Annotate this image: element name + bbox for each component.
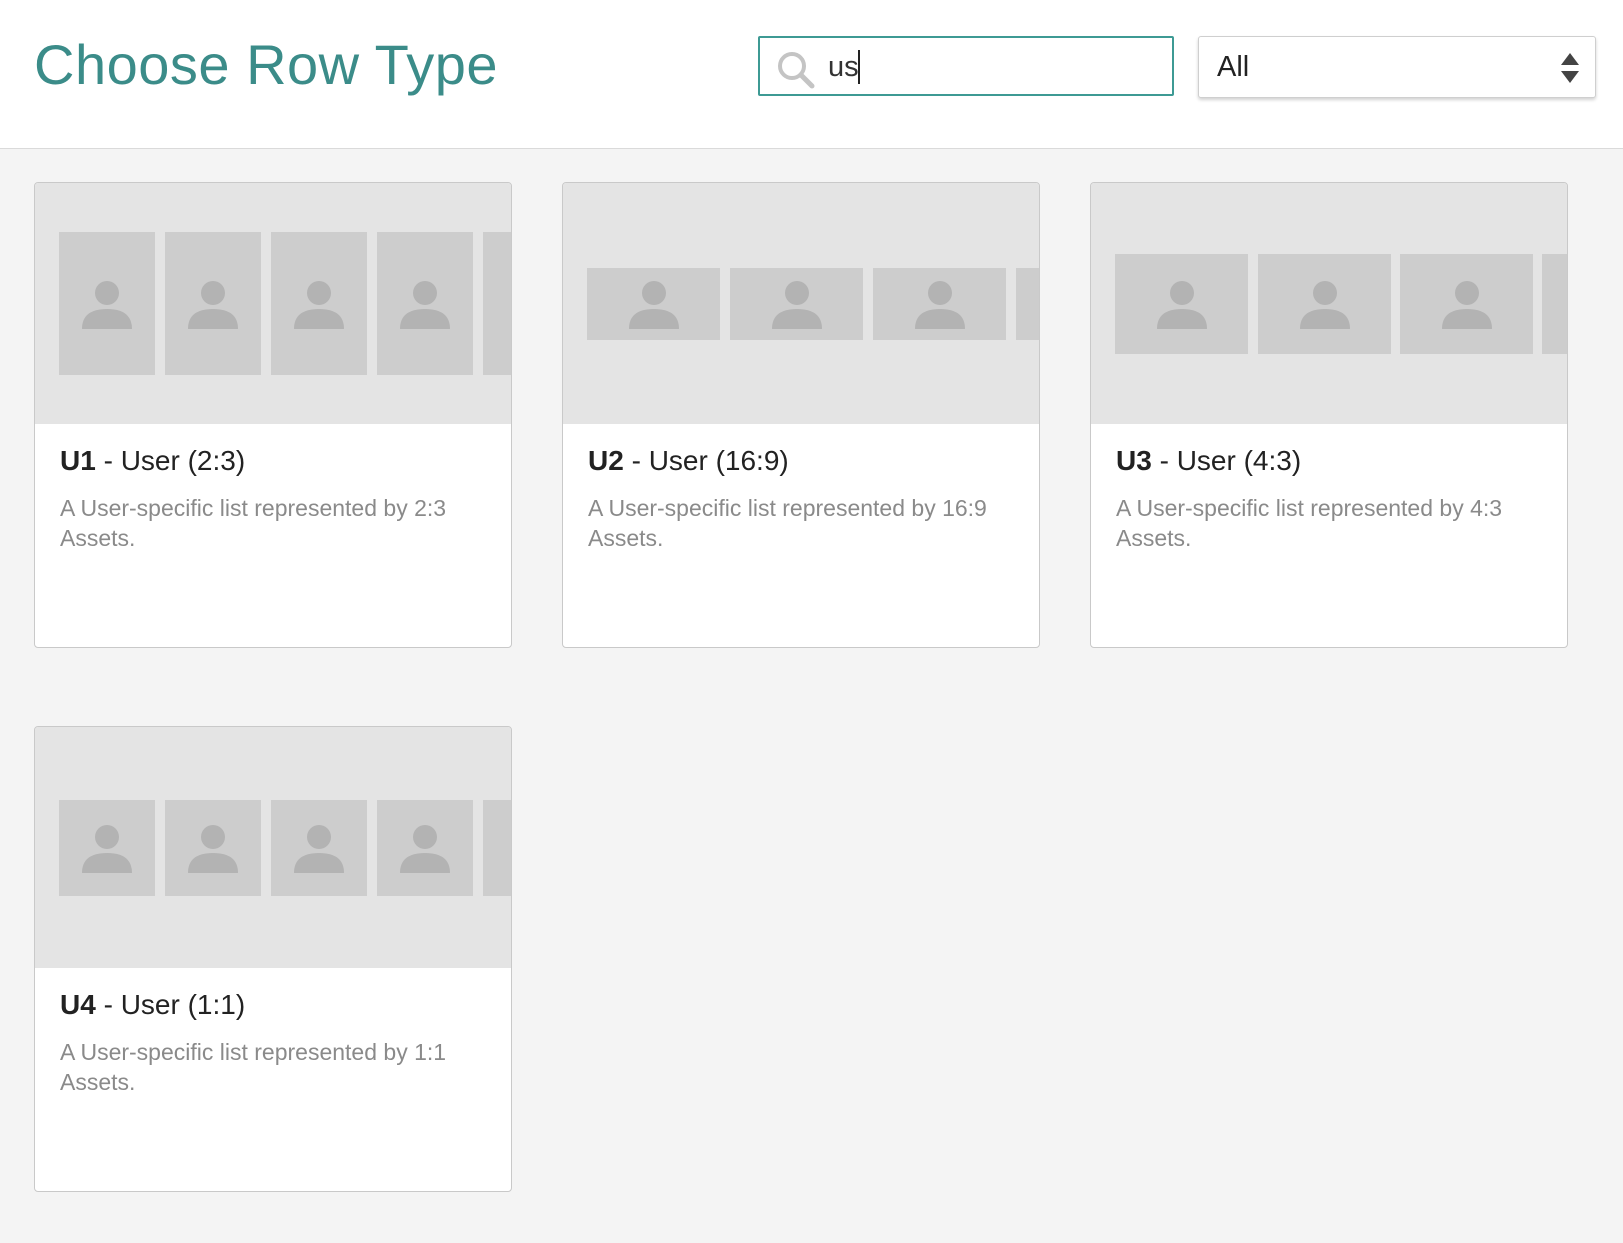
tile — [1542, 254, 1567, 354]
user-avatar-icon — [294, 280, 344, 329]
user-avatar-icon — [188, 825, 238, 873]
card-title: U3 - User (4:3) — [1116, 445, 1301, 477]
user-avatar-icon — [400, 280, 450, 329]
card-preview — [35, 183, 511, 424]
card-title: U2 - User (16:9) — [588, 445, 789, 477]
card-code: U2 — [588, 445, 624, 476]
user-avatar-icon — [771, 281, 822, 329]
tile — [377, 232, 473, 375]
user-avatar-icon — [188, 280, 238, 329]
tile — [873, 268, 1006, 340]
row-type-card-u3[interactable]: U3 - User (4:3) A User-specific list rep… — [1090, 182, 1568, 648]
card-separator: - — [1151, 445, 1177, 476]
tile — [165, 232, 261, 375]
row-type-card-u1[interactable]: U1 - User (2:3) A User-specific list rep… — [34, 182, 512, 648]
card-name: User (2:3) — [120, 445, 246, 476]
card-title: U4 - User (1:1) — [60, 989, 245, 1021]
card-preview — [1091, 183, 1567, 424]
card-name: User (16:9) — [648, 445, 789, 476]
tile — [483, 800, 511, 896]
tile — [165, 800, 261, 896]
card-code: U4 — [60, 989, 96, 1020]
row-type-card-u4[interactable]: U4 - User (1:1) A User-specific list rep… — [34, 726, 512, 1192]
card-title: U1 - User (2:3) — [60, 445, 245, 477]
tile — [587, 268, 720, 340]
card-preview — [35, 727, 511, 968]
tile — [1258, 254, 1391, 354]
user-avatar-icon — [294, 825, 344, 873]
card-separator: - — [623, 445, 649, 476]
card-separator: - — [95, 445, 121, 476]
user-avatar-icon — [1299, 281, 1350, 329]
user-avatar-icon — [400, 825, 450, 873]
user-avatar-icon — [628, 281, 679, 329]
page-title: Choose Row Type — [34, 33, 499, 96]
search-icon — [778, 52, 815, 89]
page-header: Choose Row Type All — [0, 0, 1623, 149]
sort-arrows-icon — [1561, 53, 1579, 83]
card-code: U3 — [1116, 445, 1152, 476]
tile — [730, 268, 863, 340]
text-caret — [858, 50, 860, 84]
user-avatar-icon — [1441, 281, 1492, 329]
card-description: A User-specific list represented by 2:3 … — [60, 495, 447, 551]
tile — [483, 232, 511, 375]
user-avatar-icon — [82, 825, 132, 873]
user-avatar-icon — [914, 281, 965, 329]
tile — [59, 232, 155, 375]
card-name: User (4:3) — [1176, 445, 1302, 476]
tile — [59, 800, 155, 896]
tile — [271, 800, 367, 896]
card-description: A User-specific list represented by 4:3 … — [1116, 495, 1503, 551]
tile — [1016, 268, 1039, 340]
tile — [377, 800, 473, 896]
tile — [1400, 254, 1533, 354]
tile — [271, 232, 367, 375]
search-input[interactable] — [828, 46, 1158, 88]
user-avatar-icon — [82, 280, 132, 329]
card-preview — [563, 183, 1039, 424]
card-separator: - — [95, 989, 121, 1020]
row-type-card-u2[interactable]: U2 - User (16:9) A User-specific list re… — [562, 182, 1040, 648]
card-description: A User-specific list represented by 16:9… — [588, 495, 987, 551]
search-box[interactable] — [758, 36, 1174, 96]
user-avatar-icon — [1156, 281, 1207, 329]
tile — [1115, 254, 1248, 354]
card-code: U1 — [60, 445, 96, 476]
filter-selected-value: All — [1217, 51, 1250, 83]
category-filter-select[interactable]: All — [1198, 36, 1596, 98]
card-description: A User-specific list represented by 1:1 … — [60, 1039, 447, 1095]
card-name: User (1:1) — [120, 989, 246, 1020]
